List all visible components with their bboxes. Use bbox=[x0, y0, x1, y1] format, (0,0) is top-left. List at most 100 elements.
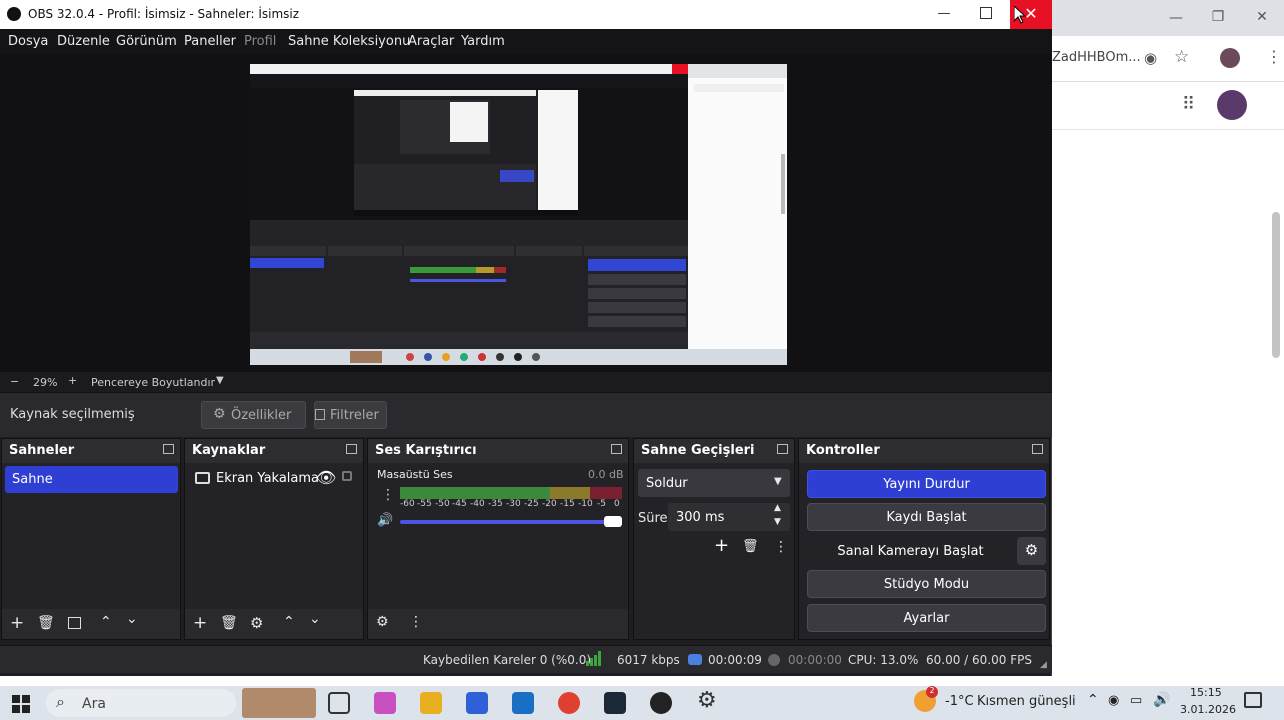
gear-icon: ⚙ bbox=[1024, 541, 1039, 559]
menu-profil[interactable]: Profil bbox=[244, 34, 276, 49]
gear-icon[interactable]: ⚙ bbox=[250, 614, 263, 632]
zoom-in-button[interactable]: + bbox=[68, 374, 77, 387]
stop-streaming-button[interactable]: Yayını Durdur bbox=[807, 470, 1046, 498]
gear-icon: ⚙ bbox=[213, 406, 226, 422]
resize-grip-icon[interactable]: ◢ bbox=[1040, 660, 1047, 670]
tray-obs-icon[interactable]: ◉ bbox=[1108, 693, 1119, 708]
clock-date[interactable]: 3.01.2026 bbox=[1180, 703, 1236, 716]
weather-temp[interactable]: -1°C bbox=[945, 694, 974, 709]
browser-address-bar[interactable]: ZadHHBOm... ◉ ☆ ⋮ bbox=[1052, 36, 1284, 82]
meter-scale: -60 -55 -50 -45 -40 -35 -30 -25 -20 -15 … bbox=[400, 499, 620, 509]
zoom-bar: − 29% + Pencereye Boyutlandır ▼ bbox=[0, 372, 1052, 392]
undock-icon[interactable] bbox=[1032, 444, 1043, 454]
clock-time[interactable]: 15:15 bbox=[1190, 686, 1222, 699]
outlook-icon[interactable] bbox=[512, 692, 534, 714]
transition-select[interactable]: Soldur ▼ bbox=[638, 469, 790, 497]
scene-item[interactable]: Sahne bbox=[5, 466, 178, 493]
browser-scrollbar[interactable] bbox=[1272, 212, 1280, 358]
maximize-icon[interactable] bbox=[980, 7, 992, 19]
menu-gorunum[interactable]: Görünüm bbox=[116, 34, 177, 49]
filters-label: Filtreler bbox=[330, 408, 379, 423]
duration-input[interactable]: 300 ms ▲ ▼ bbox=[668, 503, 790, 531]
filter-icon[interactable] bbox=[68, 617, 81, 629]
speaker-icon[interactable]: 🔊 bbox=[377, 513, 393, 528]
menu-yardim[interactable]: Yardım bbox=[461, 34, 505, 49]
add-icon[interactable]: + bbox=[193, 613, 207, 633]
undock-icon[interactable] bbox=[611, 444, 622, 454]
taskbar-search-box[interactable]: ⌕ Ara bbox=[46, 689, 236, 717]
chevron-up-icon[interactable]: ⌃ bbox=[100, 614, 112, 630]
scenes-toolbar: + 🗑 ⌃ ⌄ bbox=[2, 609, 180, 639]
task-view-icon[interactable] bbox=[328, 692, 350, 714]
duration-label: Süre bbox=[638, 511, 668, 526]
menu-duzenle[interactable]: Düzenle bbox=[57, 34, 110, 49]
properties-button[interactable]: ⚙ Özellikler bbox=[201, 401, 306, 429]
preview-canvas[interactable] bbox=[250, 64, 787, 365]
zoom-level: 29% bbox=[33, 376, 58, 389]
chevron-down-icon[interactable]: ⌄ bbox=[309, 611, 321, 627]
mixer-menu-icon[interactable]: ⋮ bbox=[409, 614, 423, 630]
chevron-up-icon[interactable]: ⌃ bbox=[1087, 692, 1099, 708]
transition-menu-icon[interactable]: ⋮ bbox=[774, 539, 788, 555]
volume-slider-handle[interactable] bbox=[604, 516, 622, 527]
track-menu-icon[interactable]: ⋮ bbox=[381, 487, 395, 503]
steam-icon[interactable] bbox=[604, 692, 626, 714]
start-recording-button[interactable]: Kaydı Başlat bbox=[807, 503, 1046, 531]
stepper-down-icon[interactable]: ▼ bbox=[774, 517, 781, 527]
obs-taskbar-icon[interactable] bbox=[650, 692, 672, 714]
windows-start-icon[interactable] bbox=[12, 695, 30, 713]
settings-gear-icon[interactable]: ⚙ bbox=[697, 688, 717, 713]
start-virtual-camera-button[interactable]: Sanal Kamerayı Başlat bbox=[807, 537, 1014, 565]
network-icon[interactable]: ▭ bbox=[1130, 693, 1142, 708]
add-icon[interactable]: + bbox=[10, 613, 24, 633]
notification-icon[interactable] bbox=[1244, 692, 1262, 708]
mouse-cursor bbox=[1014, 6, 1026, 24]
store-icon[interactable] bbox=[466, 692, 488, 714]
menu-araclar[interactable]: Araçlar bbox=[408, 34, 454, 49]
menu-sahne-koleksiyonu[interactable]: Sahne Koleksiyonu bbox=[288, 34, 410, 49]
more-icon[interactable]: ⋮ bbox=[1266, 47, 1282, 66]
trash-icon[interactable]: 🗑 bbox=[220, 615, 238, 631]
file-explorer-icon[interactable] bbox=[420, 692, 442, 714]
advanced-audio-gear-icon[interactable]: ⚙ bbox=[376, 614, 389, 630]
weather-desc[interactable]: Kısmen güneşli bbox=[977, 694, 1076, 709]
profile-avatar[interactable] bbox=[1220, 48, 1240, 68]
trash-icon[interactable]: 🗑 bbox=[742, 539, 759, 554]
settings-button[interactable]: Ayarlar bbox=[807, 604, 1046, 632]
browser-maximize-icon[interactable]: ❐ bbox=[1198, 9, 1238, 25]
undock-icon[interactable] bbox=[163, 444, 174, 454]
volume-slider[interactable] bbox=[400, 520, 622, 524]
chevron-up-icon[interactable]: ⌃ bbox=[283, 614, 295, 630]
menu-dosya[interactable]: Dosya bbox=[8, 34, 48, 49]
fit-to-window-label[interactable]: Pencereye Boyutlandır bbox=[91, 376, 215, 389]
eye-icon[interactable]: 👁 bbox=[316, 468, 336, 487]
weather-badge: 2 bbox=[926, 686, 938, 698]
browser-minimize-icon[interactable]: — bbox=[1156, 10, 1196, 26]
stepper-up-icon[interactable]: ▲ bbox=[774, 503, 781, 513]
browser-close-icon[interactable]: ✕ bbox=[1242, 9, 1282, 25]
minimize-icon[interactable]: — bbox=[934, 6, 954, 21]
zoom-dropdown-icon[interactable]: ▼ bbox=[216, 375, 224, 386]
source-item[interactable]: Ekran Yakalama 👁 bbox=[188, 467, 362, 493]
chevron-down-icon[interactable]: ⌄ bbox=[126, 611, 138, 627]
undock-icon[interactable] bbox=[777, 444, 788, 454]
filters-button[interactable]: Filtreler bbox=[314, 401, 387, 429]
add-transition-icon[interactable]: + bbox=[714, 535, 729, 556]
apps-grid-icon[interactable]: ⠿ bbox=[1182, 94, 1195, 115]
studio-mode-button[interactable]: Stüdyo Modu bbox=[807, 570, 1046, 598]
trash-icon[interactable]: 🗑 bbox=[37, 615, 55, 631]
volume-icon[interactable]: 🔊 bbox=[1153, 692, 1170, 708]
lock-icon[interactable] bbox=[342, 471, 352, 481]
menu-paneller[interactable]: Paneller bbox=[184, 34, 236, 49]
volume-meter bbox=[400, 487, 622, 499]
undock-icon[interactable] bbox=[346, 444, 357, 454]
eye-off-icon[interactable]: ◉ bbox=[1144, 49, 1157, 67]
star-icon[interactable]: ☆ bbox=[1174, 47, 1189, 67]
copilot-icon[interactable] bbox=[374, 692, 396, 714]
preview-capture-image bbox=[250, 64, 787, 365]
account-avatar[interactable] bbox=[1217, 90, 1247, 120]
zoom-out-button[interactable]: − bbox=[10, 375, 19, 388]
virtual-camera-settings-button[interactable]: ⚙ bbox=[1017, 537, 1046, 565]
sources-header: Kaynaklar bbox=[185, 439, 363, 463]
chrome-icon[interactable] bbox=[558, 692, 580, 714]
